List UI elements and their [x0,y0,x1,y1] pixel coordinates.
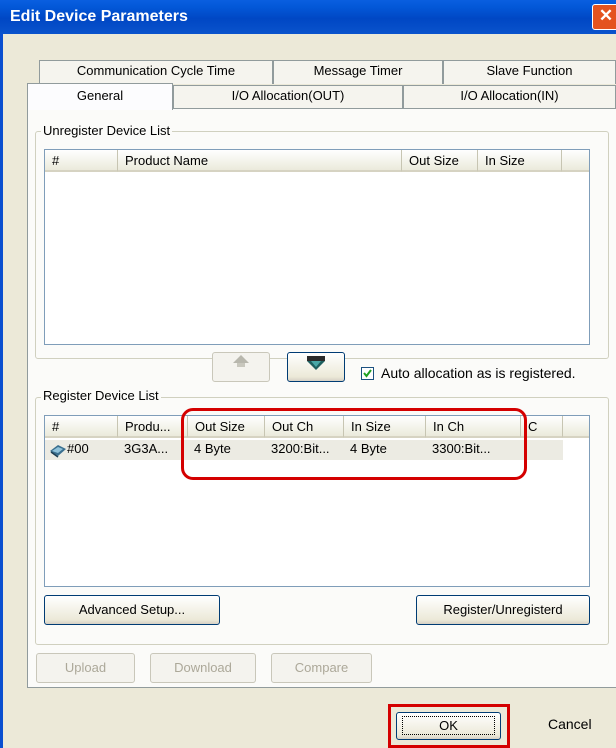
compare-button[interactable]: Compare [271,653,372,683]
column-header-product[interactable]: Produ... [118,416,188,438]
checkmark-icon [363,369,372,378]
column-header-c[interactable]: C [521,416,563,438]
column-header-filler [563,416,589,438]
advanced-setup-button[interactable]: Advanced Setup... [44,595,220,625]
cell-id: #00 [67,441,89,456]
tab-slave-function[interactable]: Slave Function [443,60,616,84]
tab-io-allocation-in[interactable]: I/O Allocation(IN) [403,85,616,108]
window-title: Edit Device Parameters [10,8,188,25]
column-header-out-size[interactable]: Out Size [402,150,478,172]
column-header-in-size[interactable]: In Size [478,150,562,172]
cell-product: 3G3A... [124,441,169,456]
cancel-button[interactable]: Cancel [548,716,592,732]
columns-highlight [181,408,527,480]
close-button[interactable]: ✕ [592,4,616,30]
upload-button[interactable]: Upload [36,653,135,683]
up-arrow-icon [233,355,249,367]
device-icon [50,445,66,458]
tab-communication-cycle-time[interactable]: Communication Cycle Time [39,60,273,84]
move-down-button[interactable] [287,352,345,382]
ok-button-highlight [388,704,510,748]
download-button[interactable]: Download [150,653,256,683]
tab-io-allocation-out[interactable]: I/O Allocation(OUT) [173,85,403,108]
register-unregister-button[interactable]: Register/Unregisterd [416,595,590,625]
tab-message-timer[interactable]: Message Timer [273,60,443,84]
unregister-device-list[interactable]: # Product Name Out Size In Size [44,149,590,345]
column-header-product-name[interactable]: Product Name [118,150,402,172]
unregister-legend: Unregister Device List [41,123,173,139]
column-header-number[interactable]: # [45,416,118,438]
column-header-filler [562,150,589,172]
auto-allocation-checkbox[interactable] [361,367,374,380]
tab-panel-general: Unregister Device List # Product Name Ou… [27,108,616,688]
down-arrow-icon [307,356,325,370]
tab-general[interactable]: General [27,83,173,110]
move-up-button[interactable] [212,352,270,382]
column-header-number[interactable]: # [45,150,118,172]
title-bar: Edit Device Parameters ✕ [0,0,616,34]
register-legend: Register Device List [41,388,161,404]
auto-allocation-label[interactable]: Auto allocation as is registered. [381,365,576,381]
window-border [0,34,3,748]
